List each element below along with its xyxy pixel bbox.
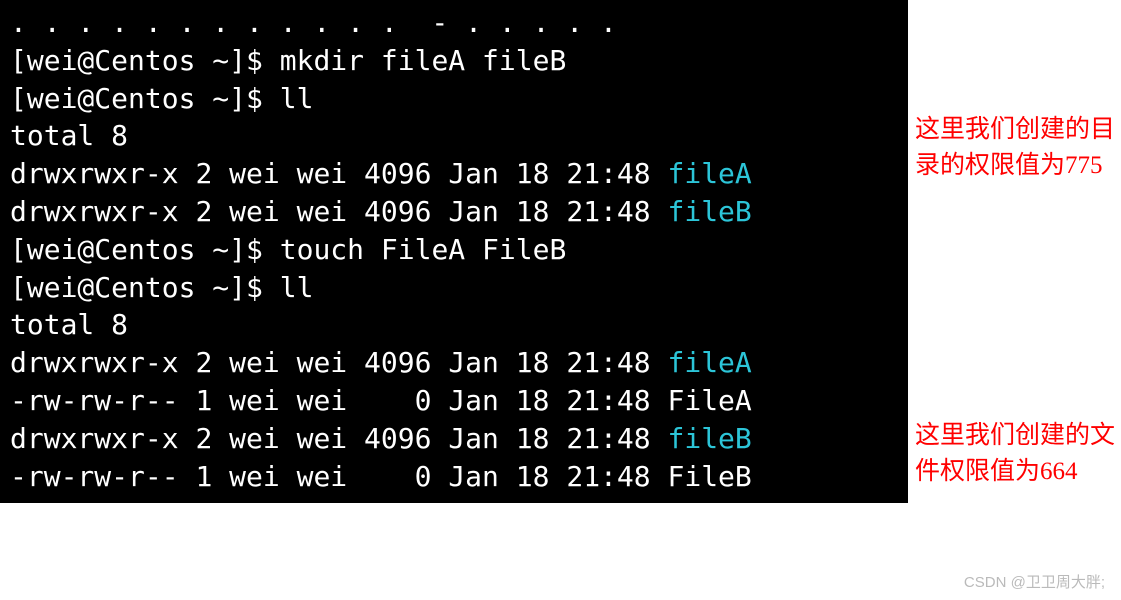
terminal-line-cmd: [wei@Centos ~]$ ll	[10, 269, 898, 307]
file-size: 4096	[364, 195, 431, 228]
prompt: [wei@Centos ~]$	[10, 44, 263, 77]
file-size: 4096	[364, 346, 431, 379]
file-perms: -rw-rw-r--	[10, 460, 179, 493]
prompt: [wei@Centos ~]$	[10, 271, 263, 304]
file-links: 1	[195, 384, 212, 417]
file-date: Jan 18 21:48	[448, 195, 650, 228]
command-text: ll	[280, 271, 314, 304]
terminal-line-cmd: [wei@Centos ~]$ ll	[10, 80, 898, 118]
file-group: wei	[297, 157, 348, 190]
file-name: fileB	[667, 195, 751, 228]
terminal-fragment: . . . . . . . . . . . . - . . . . .	[10, 4, 898, 42]
annotation-dir-perms: 这里我们创建的目录的权限值为775	[915, 112, 1115, 185]
file-links: 2	[195, 346, 212, 379]
file-name: fileA	[667, 157, 751, 190]
file-owner: wei	[229, 384, 280, 417]
file-owner: wei	[229, 157, 280, 190]
file-date: Jan 18 21:48	[448, 460, 650, 493]
file-perms: -rw-rw-r--	[10, 384, 179, 417]
terminal-line-cmd: [wei@Centos ~]$ touch FileA FileB	[10, 231, 898, 269]
ls-row: drwxrwxr-x 2 wei wei 4096 Jan 18 21:48 f…	[10, 344, 898, 382]
total-line: total 8	[10, 306, 898, 344]
file-owner: wei	[229, 195, 280, 228]
ls-row: drwxrwxr-x 2 wei wei 4096 Jan 18 21:48 f…	[10, 193, 898, 231]
file-group: wei	[297, 460, 348, 493]
prompt: [wei@Centos ~]$	[10, 82, 263, 115]
file-group: wei	[297, 346, 348, 379]
file-owner: wei	[229, 460, 280, 493]
file-owner: wei	[229, 346, 280, 379]
file-links: 2	[195, 195, 212, 228]
file-group: wei	[297, 422, 348, 455]
file-links: 2	[195, 157, 212, 190]
watermark-text: CSDN @卫卫周大胖;	[964, 571, 1105, 592]
command-text: touch FileA FileB	[280, 233, 567, 266]
file-name: FileA	[667, 384, 751, 417]
file-size: 0	[364, 460, 431, 493]
file-size: 0	[364, 384, 431, 417]
file-date: Jan 18 21:48	[448, 422, 650, 455]
file-group: wei	[297, 384, 348, 417]
file-links: 1	[195, 460, 212, 493]
file-perms: drwxrwxr-x	[10, 195, 179, 228]
file-date: Jan 18 21:48	[448, 346, 650, 379]
file-group: wei	[297, 195, 348, 228]
file-name: FileB	[667, 460, 751, 493]
ls-row: -rw-rw-r-- 1 wei wei 0 Jan 18 21:48 File…	[10, 458, 898, 496]
file-date: Jan 18 21:48	[448, 384, 650, 417]
command-text: mkdir fileA fileB	[280, 44, 567, 77]
annotation-file-perms: 这里我们创建的文件权限值为664	[915, 418, 1115, 491]
prompt: [wei@Centos ~]$	[10, 233, 263, 266]
total-line: total 8	[10, 117, 898, 155]
file-size: 4096	[364, 422, 431, 455]
terminal-line-cmd: [wei@Centos ~]$ mkdir fileA fileB	[10, 42, 898, 80]
file-links: 2	[195, 422, 212, 455]
command-text: ll	[280, 82, 314, 115]
file-name: fileB	[667, 422, 751, 455]
file-date: Jan 18 21:48	[448, 157, 650, 190]
file-size: 4096	[364, 157, 431, 190]
file-perms: drwxrwxr-x	[10, 422, 179, 455]
ls-row: -rw-rw-r-- 1 wei wei 0 Jan 18 21:48 File…	[10, 382, 898, 420]
file-owner: wei	[229, 422, 280, 455]
file-perms: drwxrwxr-x	[10, 157, 179, 190]
ls-row: drwxrwxr-x 2 wei wei 4096 Jan 18 21:48 f…	[10, 155, 898, 193]
terminal-window[interactable]: . . . . . . . . . . . . - . . . . . [wei…	[0, 0, 908, 503]
file-name: fileA	[667, 346, 751, 379]
file-perms: drwxrwxr-x	[10, 346, 179, 379]
ls-row: drwxrwxr-x 2 wei wei 4096 Jan 18 21:48 f…	[10, 420, 898, 458]
